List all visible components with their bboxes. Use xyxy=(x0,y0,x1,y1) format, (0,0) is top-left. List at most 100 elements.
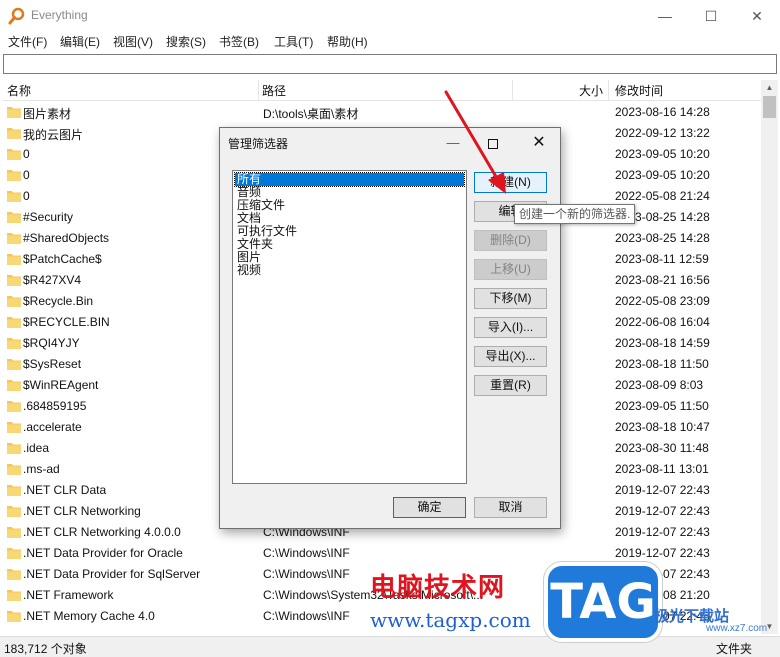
file-name: .idea xyxy=(23,441,50,455)
file-modified: 2023-08-11 12:59 xyxy=(615,252,709,266)
file-modified: 2023-09-05 11:50 xyxy=(615,399,709,413)
table-row[interactable]: .NET Data Provider for Oracle C:\Windows\… xyxy=(3,543,761,564)
folder-icon xyxy=(7,378,21,392)
file-modified: 2019-12-07 22:43 xyxy=(615,546,710,560)
file-name: 0 xyxy=(23,189,30,203)
file-modified: 2023-09-05 10:20 xyxy=(615,168,710,182)
file-modified: 2023-08-18 10:47 xyxy=(615,420,710,434)
menu-view[interactable]: 视图(V) xyxy=(113,33,153,50)
file-name: .NET CLR Networking 4.0.0.0 xyxy=(23,525,181,539)
menu-search[interactable]: 搜索(S) xyxy=(166,33,206,50)
folder-icon xyxy=(7,210,21,224)
column-path[interactable]: 路径 xyxy=(262,82,286,99)
scroll-up-icon[interactable]: ▲ xyxy=(761,80,778,95)
maximize-button[interactable]: ☐ xyxy=(688,0,734,32)
filter-list[interactable]: 所有 音频 压缩文件 文档 可执行文件 文件夹 图片 视频 xyxy=(232,170,467,484)
folder-icon xyxy=(7,483,21,497)
dialog-title: 管理筛选器 xyxy=(228,137,289,151)
folder-icon xyxy=(7,336,21,350)
delete-filter-button[interactable]: 删除(D) xyxy=(474,230,547,251)
folder-icon xyxy=(7,357,21,371)
folder-icon xyxy=(7,420,21,434)
import-button[interactable]: 导入(I)... xyxy=(474,317,547,338)
export-button[interactable]: 导出(X)... xyxy=(474,346,547,367)
file-name: .NET Framework xyxy=(23,588,114,602)
file-name: $R427XV4 xyxy=(23,273,82,287)
table-row[interactable]: 图片素材 D:\tools\桌面\素材 2023-08-16 14:28 xyxy=(3,102,761,123)
watermark-site-url: www.xz7.com xyxy=(706,623,768,634)
file-modified: 2023-08-16 14:28 xyxy=(615,105,710,119)
watermark-brand: 电脑技术网 xyxy=(370,573,506,603)
column-modified[interactable]: 修改时间 xyxy=(615,82,663,99)
cancel-button[interactable]: 取消 xyxy=(474,497,547,518)
file-modified: 2023-08-30 11:48 xyxy=(615,441,709,455)
file-modified: 2022-06-08 16:04 xyxy=(615,315,710,329)
file-name: 0 xyxy=(23,147,30,161)
folder-icon xyxy=(7,525,21,539)
title-bar: Everything — ☐ ✕ xyxy=(0,0,780,32)
annotation-arrow-icon xyxy=(444,90,506,194)
folder-icon xyxy=(7,105,21,119)
selected-type: 文件夹 xyxy=(716,642,753,656)
folder-icon xyxy=(7,231,21,245)
file-name: $Recycle.Bin xyxy=(23,294,94,308)
file-modified: 2022-09-12 13:22 xyxy=(615,126,710,140)
move-down-button[interactable]: 下移(M) xyxy=(474,288,547,309)
file-name: .ms-ad xyxy=(23,462,60,476)
file-name: $PatchCache$ xyxy=(23,252,102,266)
folder-icon xyxy=(7,315,21,329)
file-name: $SysReset xyxy=(23,357,82,371)
app-title: Everything xyxy=(31,8,88,22)
file-name: 图片素材 xyxy=(23,107,72,121)
folder-icon xyxy=(7,147,21,161)
column-size[interactable]: 大小 xyxy=(579,82,603,99)
watermark-url: www.tagxp.com xyxy=(370,608,531,632)
folder-icon xyxy=(7,588,21,602)
menu-edit[interactable]: 编辑(E) xyxy=(60,33,100,50)
file-name: $RQI4YJY xyxy=(23,336,80,350)
file-modified: 2023-08-11 13:01 xyxy=(615,462,709,476)
file-modified: 2019-12-07 22:43 xyxy=(615,504,710,518)
reset-button[interactable]: 重置(R) xyxy=(474,375,547,396)
folder-icon xyxy=(7,189,21,203)
menu-help[interactable]: 帮助(H) xyxy=(327,33,368,50)
menu-file[interactable]: 文件(F) xyxy=(8,33,47,50)
ok-button[interactable]: 确定 xyxy=(393,497,466,518)
folder-icon xyxy=(7,462,21,476)
file-name: .NET Data Provider for Oracle xyxy=(23,546,183,560)
dialog-close-button[interactable]: ✕ xyxy=(517,128,561,158)
menu-bookmarks[interactable]: 书签(B) xyxy=(219,33,259,50)
file-name: .NET CLR Data xyxy=(23,483,107,497)
filter-item[interactable]: 视频 xyxy=(235,264,261,277)
folder-icon xyxy=(7,126,21,140)
folder-icon xyxy=(7,294,21,308)
file-name: #SharedObjects xyxy=(23,231,110,245)
file-modified: 2023-09-05 10:20 xyxy=(615,147,710,161)
move-up-button[interactable]: 上移(U) xyxy=(474,259,547,280)
new-filter-tooltip: 创建一个新的筛选器. xyxy=(514,204,636,224)
search-input[interactable] xyxy=(3,54,777,74)
file-path: D:\tools\桌面\素材 xyxy=(263,107,359,121)
folder-icon xyxy=(7,273,21,287)
minimize-button[interactable]: — xyxy=(642,0,688,32)
file-name: $WinREAgent xyxy=(23,378,99,392)
folder-icon xyxy=(7,399,21,413)
file-name: .684859195 xyxy=(23,399,87,413)
file-modified: 2022-05-08 21:24 xyxy=(615,189,710,203)
file-name: $RECYCLE.BIN xyxy=(23,315,110,329)
vertical-scrollbar[interactable]: ▲ ▼ xyxy=(761,80,778,634)
column-separator[interactable] xyxy=(258,80,259,101)
file-name: 我的云图片 xyxy=(23,128,84,142)
menu-tools[interactable]: 工具(T) xyxy=(274,33,313,50)
column-separator[interactable] xyxy=(608,80,609,101)
file-modified: 2023-08-21 16:56 xyxy=(615,273,710,287)
file-modified: 2023-08-09 8:03 xyxy=(615,378,704,392)
file-name: .NET Data Provider for SqlServer xyxy=(23,567,201,581)
file-name: #Security xyxy=(23,210,74,224)
folder-icon xyxy=(7,441,21,455)
file-path: C:\Windows\INF xyxy=(263,609,350,623)
column-name[interactable]: 名称 xyxy=(7,82,31,99)
filter-item[interactable]: 所有 xyxy=(234,172,465,187)
close-button[interactable]: ✕ xyxy=(734,0,780,32)
scroll-thumb[interactable] xyxy=(763,96,776,118)
